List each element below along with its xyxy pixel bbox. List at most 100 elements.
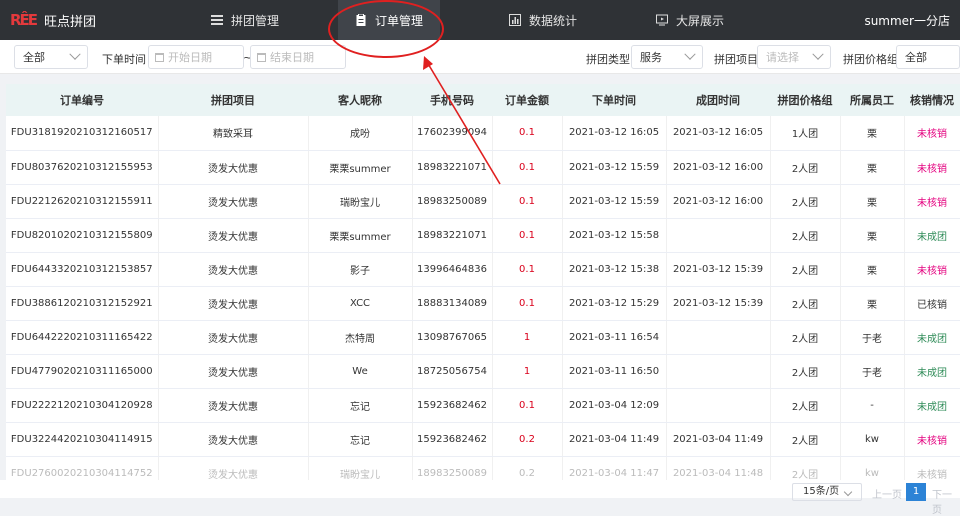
cell-staff: 栗: [840, 286, 905, 321]
table-row[interactable]: FDU2222120210304120928 烫发大优惠 忘记 15923682462…: [6, 388, 960, 423]
cell-amount: 1: [492, 354, 563, 389]
column-header[interactable]: 拼团项目: [158, 84, 308, 116]
cell-phone: 18725056754: [412, 354, 493, 389]
screen-icon: [655, 14, 668, 26]
cell-order-id: FDU2212620210312155911: [6, 184, 159, 219]
cell-price-group: 2人团: [770, 422, 841, 457]
store-user-menu[interactable]: summer一分店: [864, 12, 950, 29]
cell-order-time: 2021-03-04 11:49: [562, 422, 667, 457]
cell-nickname: 成吩: [308, 116, 413, 151]
project-select[interactable]: 请选择: [757, 45, 831, 69]
cell-verify-status: 未核销: [904, 184, 960, 219]
table-row[interactable]: FDU3181920210312160517 精致采耳 成吩 17602399094 0…: [6, 116, 960, 151]
cell-project: 烫发大优惠: [158, 184, 309, 219]
calendar-icon: [257, 52, 266, 62]
status-select[interactable]: 全部: [14, 45, 88, 69]
cell-project: 烫发大优惠: [158, 422, 309, 457]
column-header[interactable]: 订单编号: [6, 84, 158, 116]
cell-price-group: 2人团: [770, 252, 841, 287]
nav-big-screen[interactable]: 大屏展示: [645, 0, 735, 40]
cell-price-group: 2人团: [770, 150, 841, 185]
cell-phone: 18883134089: [412, 286, 493, 321]
column-header[interactable]: 手机号码: [412, 84, 492, 116]
table-row[interactable]: FDU4779020210311165000 烫发大优惠 We 18725056754…: [6, 354, 960, 389]
cell-staff: 栗: [840, 252, 905, 287]
start-date-input[interactable]: 开始日期: [148, 45, 244, 69]
column-header[interactable]: 下单时间: [562, 84, 666, 116]
project-label: 拼团项目: [714, 53, 758, 66]
cell-phone: 13996464836: [412, 252, 493, 287]
table-row[interactable]: FDU3886120210312152921 烫发大优惠 XCC 1888313408…: [6, 286, 960, 321]
column-header[interactable]: 成团时间: [666, 84, 770, 116]
cell-nickname: XCC: [308, 286, 413, 321]
next-page-button[interactable]: 下一页: [932, 486, 960, 516]
cell-phone: 18983250089: [412, 184, 493, 219]
chevron-down-icon: [69, 48, 81, 60]
cell-group-time: [666, 388, 771, 423]
filter-bar: 全部 下单时间 开始日期 ~ 结束日期 拼团类型 服务 拼团项目 请选择 拼团价…: [0, 40, 960, 74]
cell-amount: 0.1: [492, 218, 563, 253]
cell-nickname: We: [308, 354, 413, 389]
nav-label: 订单管理: [374, 13, 423, 28]
table-row[interactable]: FDU2212620210312155911 烫发大优惠 瑞盼宝儿 189832500…: [6, 184, 960, 219]
price-group-select[interactable]: 全部: [896, 45, 960, 69]
cell-order-time: 2021-03-04 12:09: [562, 388, 667, 423]
app-logo[interactable]: RÊE 旺点拼团: [10, 8, 96, 32]
cell-phone: 18983221071: [412, 150, 493, 185]
table-row[interactable]: FDU8201020210312155809 烫发大优惠 栗栗summer 18983…: [6, 218, 960, 253]
type-label: 拼团类型: [586, 53, 630, 66]
prev-page-button[interactable]: 上一页: [872, 486, 902, 501]
column-header[interactable]: 核销情况: [904, 84, 960, 116]
chevron-down-icon: [843, 487, 853, 497]
cell-group-time: 2021-03-12 16:05: [666, 116, 771, 151]
table-row[interactable]: FDU3224420210304114915 烫发大优惠 忘记 15923682462…: [6, 422, 960, 457]
nav-label: 数据统计: [528, 13, 577, 28]
cell-order-id: FDU3181920210312160517: [6, 116, 159, 151]
column-header[interactable]: 所属员工: [840, 84, 904, 116]
type-select-value: 服务: [640, 51, 662, 64]
cell-order-time: 2021-03-12 15:59: [562, 184, 667, 219]
cell-verify-status: 未核销: [904, 150, 960, 185]
column-header[interactable]: 订单金额: [492, 84, 562, 116]
cell-amount: 0.1: [492, 286, 563, 321]
nav-group-buying[interactable]: 拼团管理: [200, 0, 290, 40]
cell-staff: 于老: [840, 354, 905, 389]
type-select[interactable]: 服务: [631, 45, 703, 69]
cell-group-time: [666, 354, 771, 389]
end-date-input[interactable]: 结束日期: [250, 45, 346, 69]
cell-amount: 0.1: [492, 150, 563, 185]
nav-statistics[interactable]: 数据统计: [498, 0, 588, 40]
cell-price-group: 2人团: [770, 184, 841, 219]
status-select-value: 全部: [23, 51, 45, 64]
table-row[interactable]: FDU8037620210312155953 烫发大优惠 栗栗summer 18983…: [6, 150, 960, 185]
cell-project: 精致采耳: [158, 116, 309, 151]
cell-amount: 0.2: [492, 422, 563, 457]
cell-verify-status: 未成团: [904, 218, 960, 253]
current-page-button[interactable]: 1: [906, 483, 926, 501]
clipboard-icon: [356, 14, 366, 26]
chevron-down-icon: [812, 48, 824, 60]
table-row[interactable]: FDU6443320210312153857 烫发大优惠 影子 13996464836…: [6, 252, 960, 287]
chevron-down-icon: [684, 48, 696, 60]
start-date-placeholder: 开始日期: [168, 51, 212, 64]
cell-staff: 栗: [840, 218, 905, 253]
cell-project: 烫发大优惠: [158, 286, 309, 321]
cell-order-id: FDU8201020210312155809: [6, 218, 159, 253]
cell-order-id: FDU4779020210311165000: [6, 354, 159, 389]
cell-group-time: [666, 320, 771, 355]
cell-group-time: [666, 218, 771, 253]
cell-group-time: 2021-03-12 16:00: [666, 150, 771, 185]
cell-project: 烫发大优惠: [158, 388, 309, 423]
pagination: 15条/页 上一页 1 下一页: [0, 480, 960, 516]
cell-verify-status: 未核销: [904, 116, 960, 151]
column-header[interactable]: 客人昵称: [308, 84, 412, 116]
cell-verify-status: 未核销: [904, 252, 960, 287]
column-header[interactable]: 拼团价格组: [770, 84, 840, 116]
table-row[interactable]: FDU6442220210311165422 烫发大优惠 杰特周 1309876706…: [6, 320, 960, 355]
cell-project: 烫发大优惠: [158, 320, 309, 355]
cell-order-id: FDU6443320210312153857: [6, 252, 159, 287]
page-size-select[interactable]: 15条/页: [792, 483, 862, 501]
nav-orders[interactable]: 订单管理: [338, 0, 440, 40]
project-select-placeholder: 请选择: [766, 51, 799, 64]
cell-phone: 18983221071: [412, 218, 493, 253]
